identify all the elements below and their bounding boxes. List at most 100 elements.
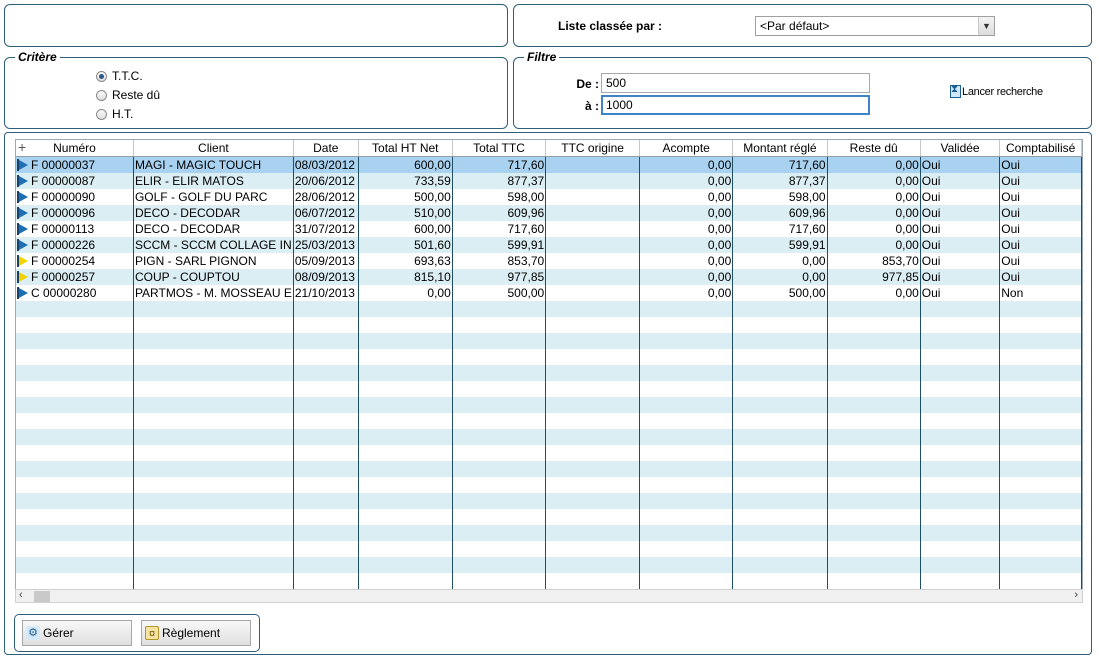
empty-cell [920, 508, 1001, 525]
scroll-left-icon[interactable]: ‹ [19, 589, 23, 601]
empty-cell [452, 332, 547, 349]
empty-cell [545, 316, 641, 333]
empty-cell [999, 508, 1082, 525]
cell-ttc_origine [545, 220, 641, 237]
empty-cell [452, 476, 547, 493]
empty-cell [293, 412, 359, 429]
cell-validee: Oui [920, 188, 1001, 205]
cell-ttc: 717,60 [452, 156, 547, 173]
empty-cell [827, 364, 921, 381]
column-header-acompte[interactable]: Acompte [639, 140, 734, 157]
cell-reste: 0,00 [827, 204, 921, 221]
cell-date: 20/06/2012 [293, 172, 359, 189]
cell-numero: F 00000087 [16, 172, 134, 189]
column-header-reste-du[interactable]: Reste dû [827, 140, 921, 157]
invoice-grid[interactable]: + Numéro Client Date Total HT Net Total … [15, 139, 1083, 597]
search-button[interactable]: Lancer recherche [950, 84, 1043, 98]
empty-cell [16, 348, 134, 365]
empty-cell [732, 508, 828, 525]
column-header-total-ttc[interactable]: Total TTC [452, 140, 547, 157]
table-row[interactable]: F 00000113 DECO - DECODAR 31/07/2012 600,00… [16, 220, 1082, 237]
empty-cell [827, 332, 921, 349]
empty-cell [545, 572, 641, 589]
table-row[interactable]: F 00000037 MAGI - MAGIC TOUCH 08/03/2012 60… [16, 156, 1082, 173]
empty-cell [920, 492, 1001, 509]
radio-ht[interactable]: H.T. [96, 107, 133, 121]
cell-acompte: 0,00 [639, 220, 734, 237]
empty-cell [732, 492, 828, 509]
chevron-down-icon[interactable]: ▼ [978, 17, 994, 35]
empty-cell [545, 380, 641, 397]
reglement-button[interactable]: ¤ Règlement [141, 620, 251, 646]
column-header-numero[interactable]: + Numéro [16, 140, 134, 157]
empty-cell [732, 412, 828, 429]
hourglass-icon [950, 84, 961, 98]
empty-row [16, 412, 1082, 429]
empty-cell [293, 476, 359, 493]
table-row[interactable]: C 00000280 PARTMOS - M. MOSSEAU E 21/10/20… [16, 284, 1082, 301]
cell-reste: 0,00 [827, 284, 921, 301]
radio-button[interactable] [96, 108, 107, 120]
table-row[interactable]: F 00000254 PIGN - SARL PIGNON 05/09/2013 69… [16, 252, 1082, 269]
radio-reste-du[interactable]: Reste dû [96, 88, 160, 102]
critere-title: Critère [15, 51, 60, 64]
cell-ttc_origine [545, 284, 641, 301]
empty-cell [16, 332, 134, 349]
empty-cell [358, 492, 453, 509]
cell-validee: Oui [920, 172, 1001, 189]
column-header-date[interactable]: Date [293, 140, 359, 157]
cell-date: 21/10/2013 [293, 284, 359, 301]
empty-cell [827, 300, 921, 317]
column-header-ttc-origine[interactable]: TTC origine [545, 140, 641, 157]
empty-cell [639, 380, 734, 397]
a-input[interactable] [601, 95, 870, 115]
horizontal-scrollbar[interactable]: ‹ › [15, 589, 1083, 603]
scroll-right-icon[interactable]: › [1074, 589, 1078, 601]
empty-row [16, 316, 1082, 333]
table-row[interactable]: F 00000090 GOLF - GOLF DU PARC 28/06/2012 5… [16, 188, 1082, 205]
flag-icon [17, 238, 28, 251]
column-header-comptabilise[interactable]: Comptabilisé [999, 140, 1082, 157]
empty-cell [920, 428, 1001, 445]
cell-compta: Oui [999, 188, 1082, 205]
cell-ht: 693,63 [358, 252, 453, 269]
empty-cell [732, 300, 828, 317]
cell-compta: Oui [999, 252, 1082, 269]
empty-cell [293, 508, 359, 525]
cell-validee: Oui [920, 236, 1001, 253]
empty-cell [999, 396, 1082, 413]
column-header-client[interactable]: Client [133, 140, 294, 157]
empty-cell [293, 444, 359, 461]
sort-select[interactable]: <Par défaut> ▼ [755, 16, 995, 36]
cell-compta: Oui [999, 236, 1082, 253]
table-row[interactable]: F 00000096 DECO - DECODAR 06/07/2012 510,00… [16, 204, 1082, 221]
empty-cell [920, 412, 1001, 429]
empty-cell [133, 412, 294, 429]
empty-row [16, 556, 1082, 573]
column-header-validee[interactable]: Validée [920, 140, 1001, 157]
empty-cell [999, 524, 1082, 541]
empty-cell [545, 332, 641, 349]
add-column-icon[interactable]: + [18, 140, 26, 155]
empty-cell [293, 380, 359, 397]
radio-button[interactable] [96, 70, 107, 82]
table-row[interactable]: F 00000226 SCCM - SCCM COLLAGE IN 25/03/20… [16, 236, 1082, 253]
gerer-button[interactable]: ⚙ Gérer [22, 620, 132, 646]
scrollbar-thumb[interactable] [34, 591, 50, 602]
radio-button[interactable] [96, 89, 107, 101]
empty-cell [452, 396, 547, 413]
cell-compta: Non [999, 284, 1082, 301]
de-input[interactable] [601, 73, 870, 93]
empty-cell [920, 380, 1001, 397]
empty-cell [293, 300, 359, 317]
empty-cell [16, 524, 134, 541]
cell-numero: F 00000090 [16, 188, 134, 205]
cell-validee: Oui [920, 284, 1001, 301]
table-row[interactable]: F 00000257 COUP - COUPTOU 08/09/2013 815,10… [16, 268, 1082, 285]
table-row[interactable]: F 00000087 ELIR - ELIR MATOS 20/06/2012 733… [16, 172, 1082, 189]
column-header-montant-regle[interactable]: Montant réglé [732, 140, 828, 157]
radio-ttc[interactable]: T.T.C. [96, 69, 143, 83]
column-header-total-ht[interactable]: Total HT Net [358, 140, 453, 157]
empty-cell [133, 492, 294, 509]
empty-cell [293, 364, 359, 381]
